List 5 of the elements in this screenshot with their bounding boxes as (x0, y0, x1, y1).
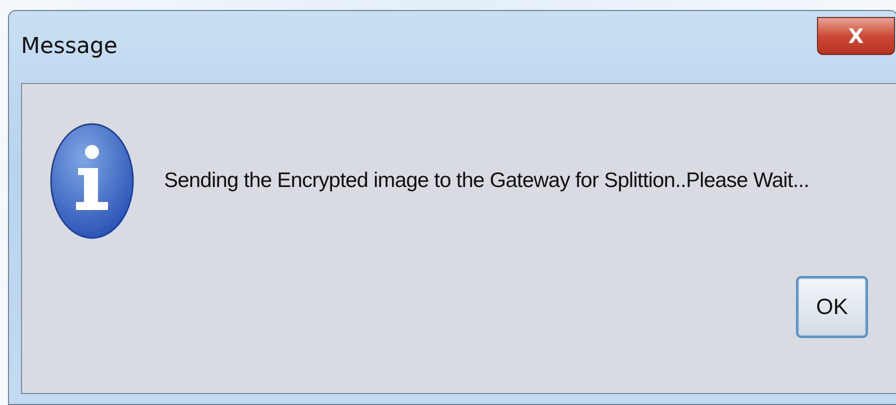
close-button[interactable]: X (817, 17, 895, 55)
info-icon (50, 122, 134, 240)
ok-button[interactable]: OK (796, 276, 868, 338)
message-text: Sending the Encrypted image to the Gateway for Splittion..Please Wait... (164, 169, 810, 193)
window-title: Message (21, 34, 118, 58)
